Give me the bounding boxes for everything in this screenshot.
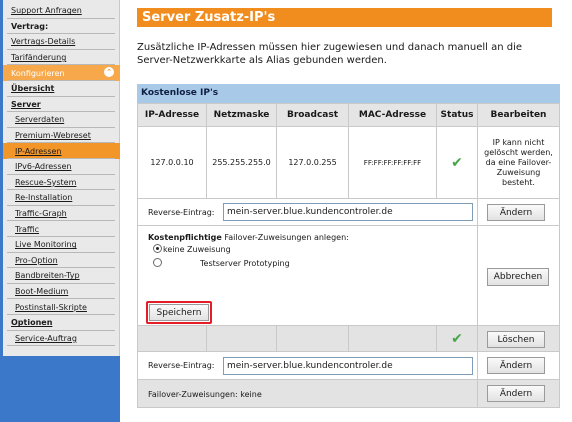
col-header-mac: MAC-Adresse [348, 103, 437, 127]
radio-label-testserver: Testserver Prototyping [200, 259, 290, 268]
delete-button[interactable]: Löschen [487, 331, 545, 348]
row2-mac [348, 325, 437, 352]
cell-mac: FF:FF:FF:FF:FF:FF [348, 126, 437, 199]
sidebar-item-bandbreiten-typ[interactable]: Bandbreiten-Typ [3, 268, 120, 284]
sidebar-item-label: Vertrag: [11, 21, 49, 31]
sidebar-item-support-anfragen[interactable]: Support Anfragen [3, 3, 120, 19]
sidebar-item-ipv6-adressen[interactable]: IPv6-Adressen [3, 159, 120, 175]
sidebar-item-label: IP-Adressen [15, 146, 62, 156]
row2-status: ✔ [436, 325, 478, 352]
check-icon: ✔ [451, 154, 463, 171]
reverse-row-2: Reverse-Eintrag: mein-server.blue.kunden… [137, 351, 478, 380]
ip-table: IP-Adresse Netzmaske Broadcast MAC-Adres… [137, 103, 560, 410]
change-reverse-button-1[interactable]: Ändern [487, 204, 545, 221]
sidebar-item-label: Pro-Option [15, 255, 58, 265]
sidebar-item-label: Serverdaten [15, 115, 65, 125]
change-reverse-button-2[interactable]: Ändern [487, 357, 545, 374]
sidebar-item-boot-medium[interactable]: Boot-Medium [3, 284, 120, 300]
sidebar-item-label: Konfigurieren [11, 68, 65, 78]
radio-testserver[interactable] [153, 258, 162, 267]
failover-form: Kostenpflichtige Failover-Zuweisungen an… [137, 225, 478, 326]
col-header-edit: Bearbeiten [477, 103, 560, 127]
sidebar-item-konfigurieren[interactable]: Konfigurieren ⌃ [3, 65, 120, 81]
failover-status-edit: Ändern [477, 379, 560, 408]
sidebar-item-traffic[interactable]: Traffic [3, 221, 120, 237]
sidebar-item-traffic-graph[interactable]: Traffic-Graph [3, 206, 120, 222]
sidebar-item-label: Re-Installation [15, 193, 73, 203]
sidebar-item-label: Postinstall-Skripte [15, 302, 87, 312]
col-header-status: Status [436, 103, 478, 127]
sidebar-item-label: Premium-Webreset [15, 131, 91, 141]
col-header-broadcast: Broadcast [276, 103, 349, 127]
cell-status: ✔ [436, 126, 478, 199]
change-failover-button[interactable]: Ändern [487, 385, 545, 402]
sidebar-item-optionen[interactable]: Optionen [3, 315, 120, 331]
reverse-label-2: Reverse-Eintrag: [148, 361, 215, 370]
sidebar-item-label: Vertrags-Details [11, 37, 76, 47]
row2-edit: Löschen [477, 325, 560, 352]
sidebar-item-serverdaten[interactable]: Serverdaten [3, 112, 120, 128]
cell-broadcast: 127.0.0.255 [276, 126, 349, 199]
sidebar-item-label: Rescue-System [15, 177, 77, 187]
sidebar-item-label: IPv6-Adressen [15, 162, 72, 172]
sidebar-item-label: Server [11, 99, 41, 109]
check-icon: ✔ [451, 330, 463, 347]
failover-status-row: Failover-Zuweisungen: keine [137, 379, 478, 408]
sidebar-item-ip-adressen[interactable]: IP-Adressen [3, 143, 120, 159]
sidebar-item-label: Optionen [11, 318, 53, 328]
radio-no-assignment[interactable] [153, 244, 162, 253]
failover-status-label: Failover-Zuweisungen: keine [148, 390, 262, 399]
sidebar-item-label: Boot-Medium [15, 287, 69, 297]
reverse-label-1: Reverse-Eintrag: [148, 208, 215, 217]
sidebar-item-tarifänderung[interactable]: Tarifänderung [3, 50, 120, 66]
sidebar-item-vertrags-details[interactable]: Vertrags-Details [3, 34, 120, 50]
sidebar-item-rescue-system[interactable]: Rescue-System [3, 175, 120, 191]
sidebar-item-postinstall-skripte[interactable]: Postinstall-Skripte [3, 299, 120, 315]
row2-ip [137, 325, 207, 352]
intro-text: Zusätzliche IP-Adressen müssen hier zuge… [137, 42, 523, 66]
col-header-netmask: Netzmaske [206, 103, 277, 127]
row2-netmask [206, 325, 277, 352]
sidebar-item-label: Traffic [15, 224, 40, 234]
sidebar: Support Anfragen Vertrag: Vertrags-Details… [3, 0, 120, 422]
sidebar-item-label: Traffic-Graph [15, 209, 67, 219]
cell-note: IP kann nicht gelöscht werden, da eine F… [477, 126, 560, 199]
sidebar-item-label: Übersicht [11, 84, 55, 94]
sidebar-divider [7, 345, 115, 347]
cell-netmask: 255.255.255.0 [206, 126, 277, 199]
main-content: Server Zusatz-IP's Zusätzliche IP-Adress… [120, 0, 572, 422]
reverse-edit-cell-2: Ändern [477, 351, 560, 380]
sidebar-footer [3, 356, 120, 422]
save-button[interactable]: Speichern [149, 304, 209, 321]
sidebar-item-label: Service-Auftrag [15, 333, 77, 343]
collapse-arrow-icon[interactable]: ⌃ [104, 67, 114, 78]
cell-ip: 127.0.0.10 [137, 126, 207, 199]
radio-label-no-assignment: keine Zuweisung [163, 245, 231, 254]
sidebar-item-live-monitoring[interactable]: Live Monitoring [3, 237, 120, 253]
sidebar-item-premium-webreset[interactable]: Premium-Webreset [3, 128, 120, 144]
page-title: Server Zusatz-IP's [137, 8, 552, 27]
sidebar-item-re-installation[interactable]: Re-Installation [3, 190, 120, 206]
sidebar-item-übersicht[interactable]: Übersicht [3, 81, 120, 97]
reverse-input-1[interactable]: mein-server.blue.kundencontroler.de [223, 203, 473, 221]
reverse-row-1: Reverse-Eintrag: mein-server.blue.kunden… [137, 198, 478, 226]
sidebar-item-label: Support Anfragen [11, 6, 82, 16]
failover-form-title: Kostenpflichtige Failover-Zuweisungen an… [148, 233, 349, 242]
col-header-ip: IP-Adresse [137, 103, 207, 127]
sidebar-item-label: Tarifänderung [11, 53, 67, 63]
sidebar-item-label: Live Monitoring [15, 240, 77, 250]
reverse-edit-cell-1: Ändern [477, 198, 560, 226]
section-title: Kostenlose IP's [137, 84, 560, 103]
reverse-input-2[interactable]: mein-server.blue.kundencontroler.de [223, 357, 473, 375]
failover-cancel-cell: Abbrechen [477, 225, 560, 326]
cancel-button[interactable]: Abbrechen [487, 268, 549, 286]
sidebar-item-vertrag: Vertrag: [3, 19, 120, 35]
sidebar-item-label: Bandbreiten-Typ [15, 271, 80, 281]
sidebar-item-service-auftrag[interactable]: Service-Auftrag [3, 331, 120, 347]
sidebar-item-server[interactable]: Server [3, 97, 120, 113]
row2-broadcast [276, 325, 349, 352]
sidebar-item-pro-option[interactable]: Pro-Option [3, 253, 120, 269]
